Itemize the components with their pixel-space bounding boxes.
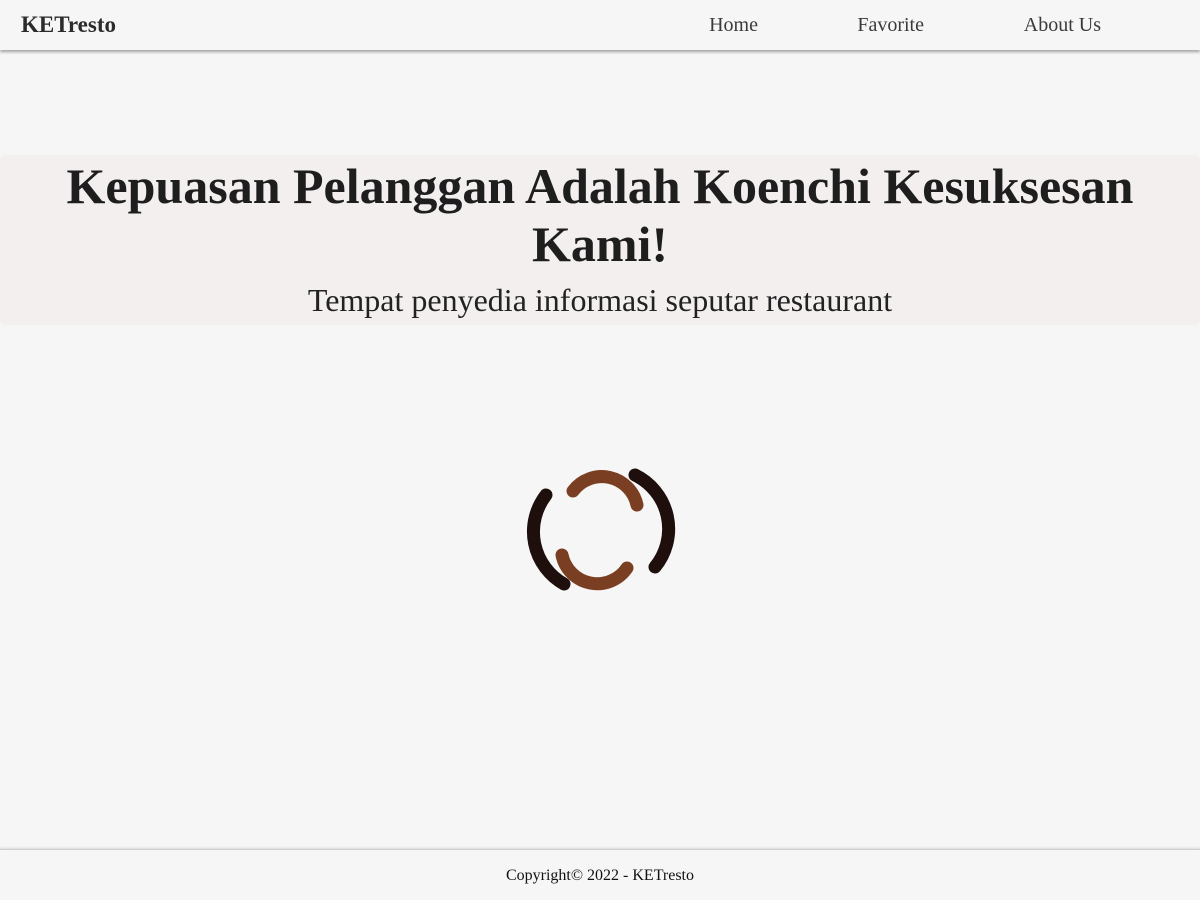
loading-spinner-icon [520, 460, 680, 600]
spinner-outer-arc-left [526, 488, 571, 591]
top-navigation-bar: KETresto Home Favorite About Us [0, 0, 1200, 50]
spinner-inner-arc-bottom [555, 548, 634, 591]
nav-link-favorite[interactable]: Favorite [857, 13, 924, 37]
hero-subtitle: Tempat penyedia informasi seputar restau… [307, 282, 893, 318]
hero-title: Kepuasan Pelanggan Adalah Koenchi Kesuks… [66, 158, 1134, 272]
page-footer: Copyright© 2022 - KETresto [0, 849, 1200, 900]
nav-link-home[interactable]: Home [709, 13, 758, 37]
brand-logo-link[interactable]: KETresto [21, 12, 116, 38]
nav-link-about-us[interactable]: About Us [1024, 13, 1101, 37]
hero-banner: Kepuasan Pelanggan Adalah Koenchi Kesuks… [0, 155, 1200, 325]
app-root: KETresto Home Favorite About Us Kepuasan… [0, 0, 1200, 900]
spinner-outer-arc-right [628, 468, 676, 574]
copyright-text: Copyright© 2022 - KETresto [505, 867, 694, 884]
spinner-inner-arc-top [566, 470, 644, 512]
